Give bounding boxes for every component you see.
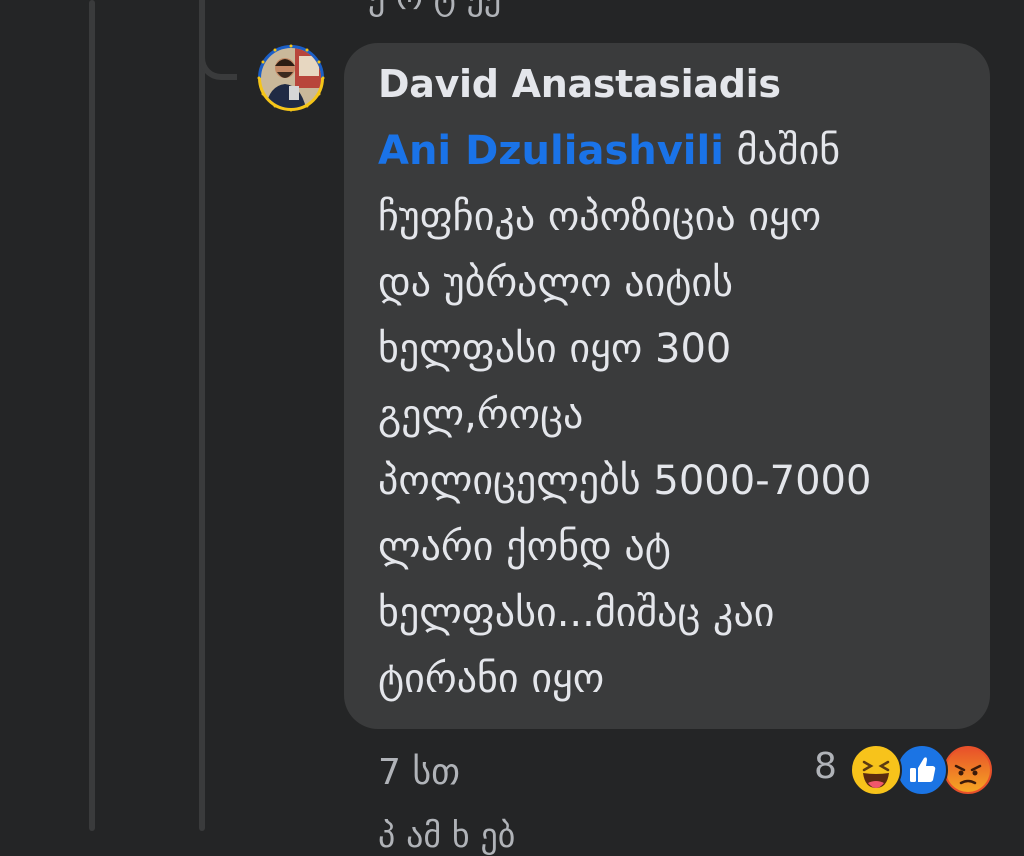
comment-line-5: გელ,როცა bbox=[378, 392, 584, 438]
comment-body: Ani Dzuliashvili მაშინ ჩუფჩიკა ოპოზიცია … bbox=[378, 118, 978, 712]
haha-icon bbox=[850, 744, 902, 796]
comment-line-8: ხელფასი...მიშაც კაი bbox=[378, 590, 775, 636]
comment-line-3: და უბრალო აიტის bbox=[378, 260, 734, 306]
reply-connector bbox=[199, 0, 237, 80]
comment-line-6: პოლიცელებს 5000-7000 bbox=[378, 458, 872, 504]
like-icon bbox=[896, 744, 948, 796]
comment-line-2: ჩუფჩიკა ოპოზიცია იყო bbox=[378, 194, 822, 240]
angry-icon bbox=[942, 744, 994, 796]
comment-line-7: ლარი ქონდ ატ bbox=[378, 524, 671, 570]
comment-line-1-text: მაშინ bbox=[723, 128, 841, 174]
next-comment-text-partial: პ ამ ხ ებ bbox=[378, 816, 516, 856]
thread-line-outer bbox=[89, 0, 95, 831]
mention-link[interactable]: Ani Dzuliashvili bbox=[378, 128, 724, 174]
previous-comment-text-partial: ე ო ტ ეე bbox=[368, 0, 501, 18]
comment-timestamp[interactable]: 7 სთ bbox=[378, 752, 460, 793]
comment-line-1: Ani Dzuliashvili მაშინ bbox=[378, 118, 978, 184]
reaction-icons[interactable] bbox=[850, 744, 994, 796]
author-avatar[interactable] bbox=[255, 42, 327, 114]
thread-line-inner bbox=[199, 0, 205, 831]
comment-line-4: ხელფასი იყო 300 bbox=[378, 326, 732, 372]
comment-line-9: ტირანი იყო bbox=[378, 656, 605, 702]
reaction-count[interactable]: 8 bbox=[814, 746, 837, 787]
comment-author-name[interactable]: David Anastasiadis bbox=[378, 62, 781, 106]
